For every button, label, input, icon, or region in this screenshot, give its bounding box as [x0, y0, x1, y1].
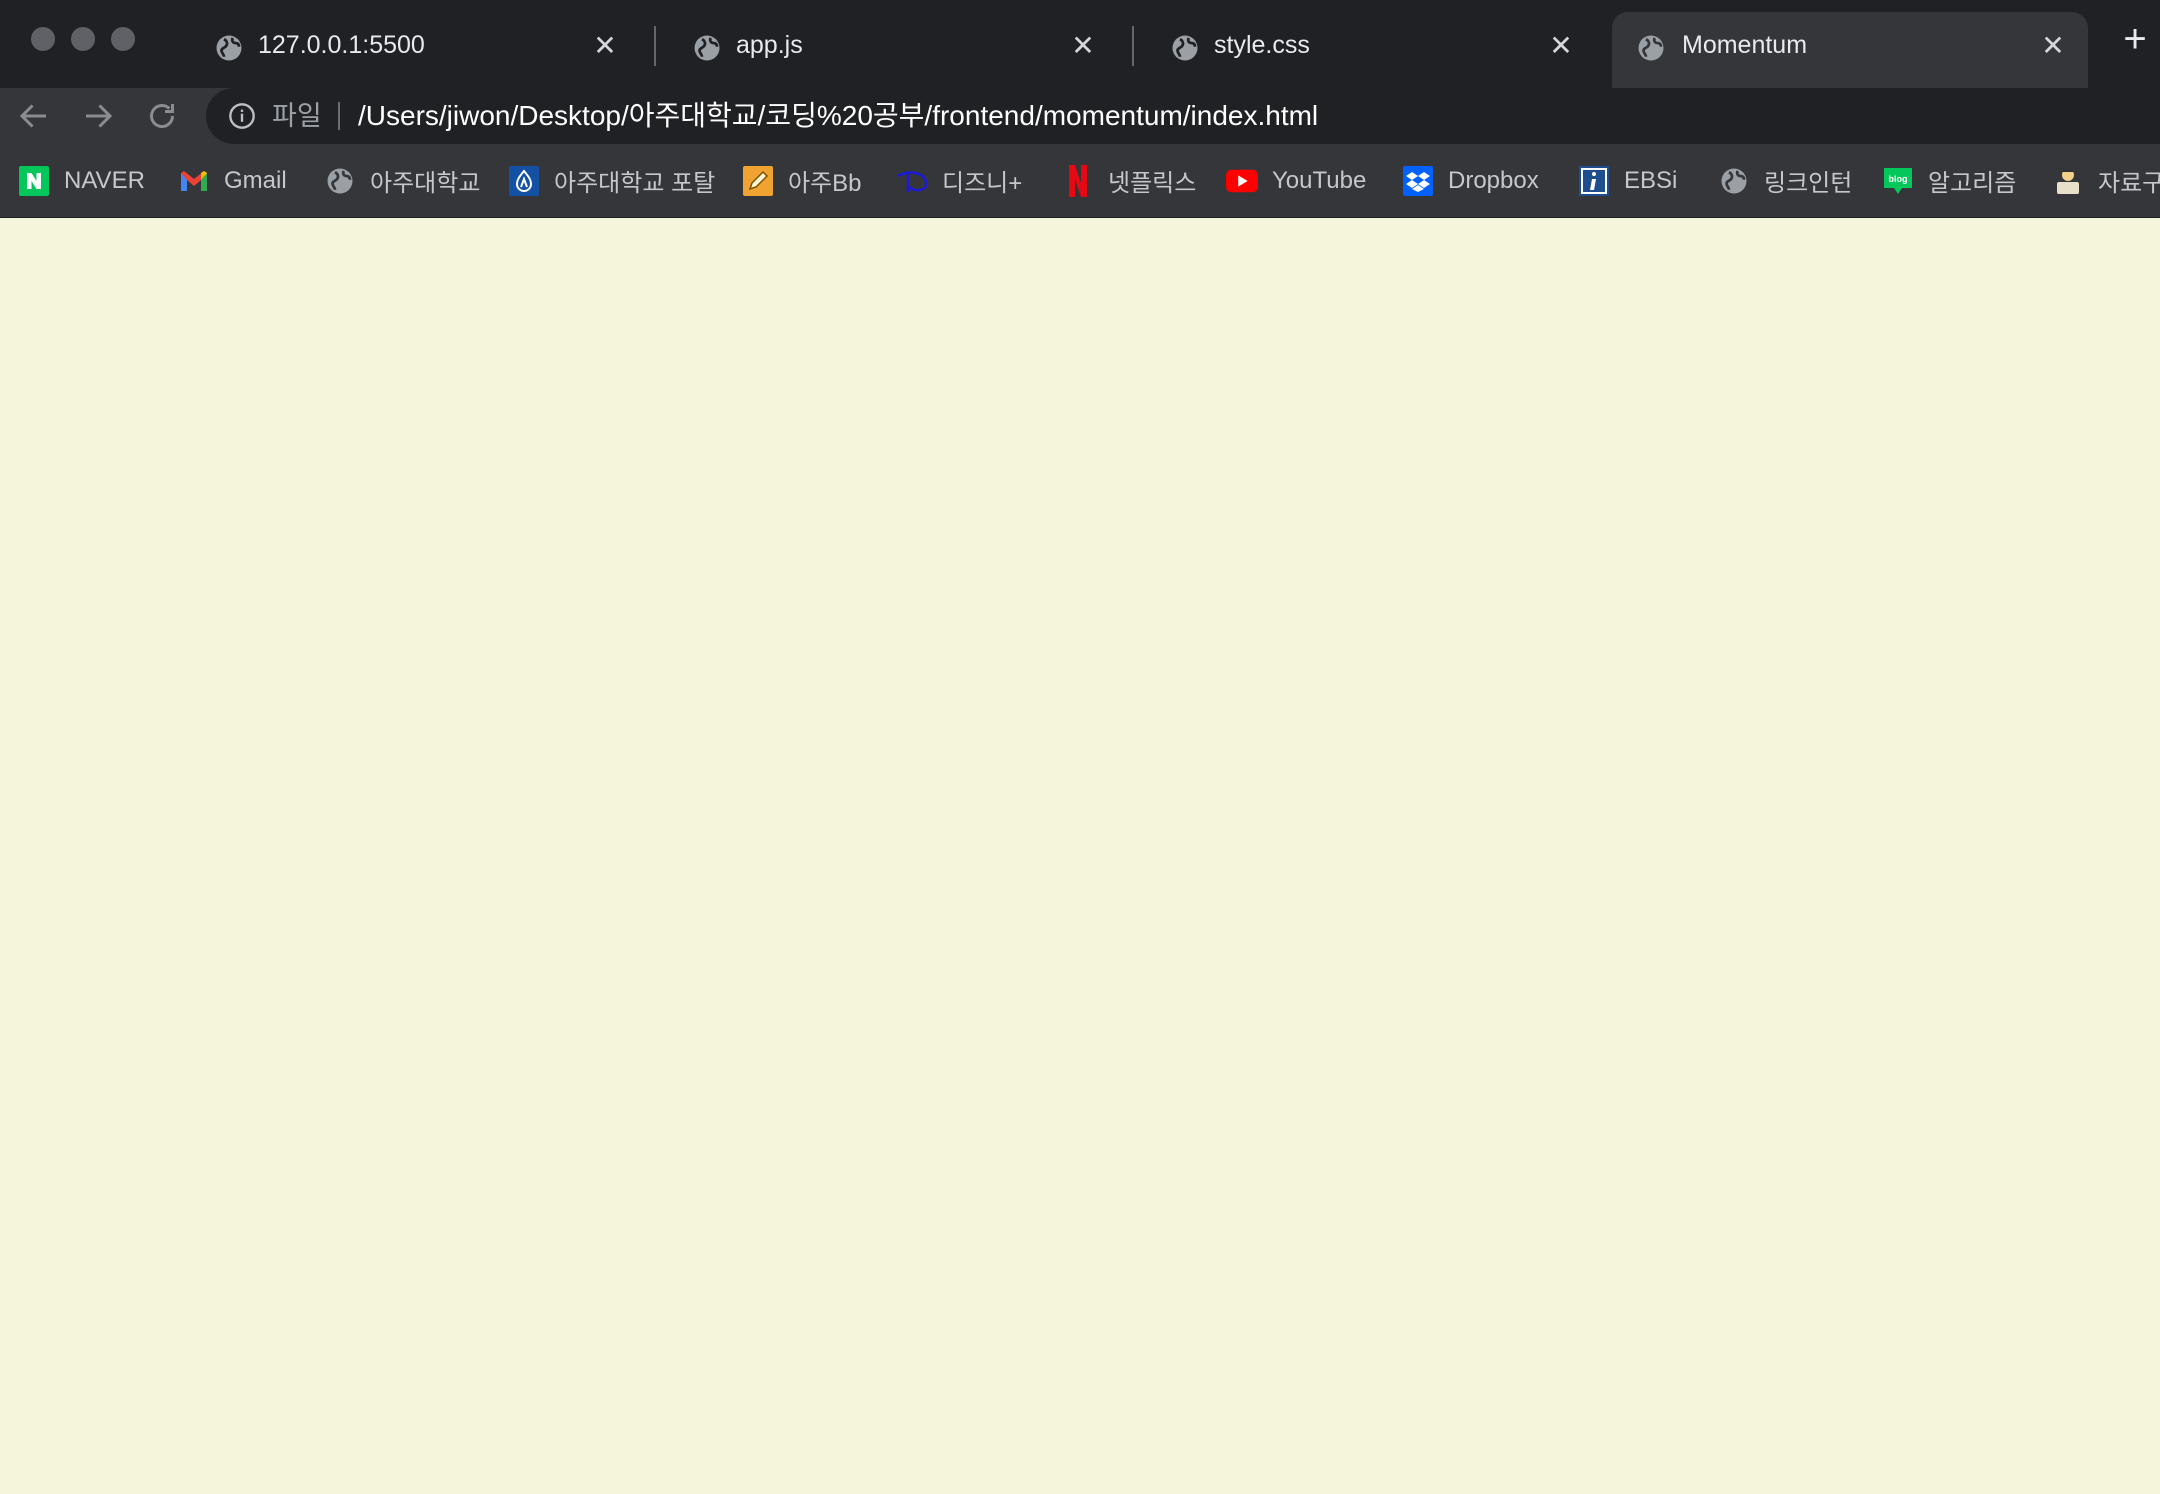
dropbox-icon: [1402, 165, 1434, 197]
bookmark-ebsi[interactable]: EBSi: [1578, 144, 1677, 217]
bookmark-ajou-bb[interactable]: 아주Bb: [742, 144, 862, 217]
bookmark-label: EBSi: [1624, 166, 1678, 194]
bookmark-label: 링크인턴: [1764, 170, 1853, 197]
address-bar[interactable]: 파일 /Users/jiwon/Desktop/아주대학교/코딩%20공부/fr…: [206, 88, 2160, 144]
bookmark-ajou-university[interactable]: 아주대학교: [324, 144, 480, 217]
globe-icon: [1718, 165, 1750, 197]
tab-momentum[interactable]: Momentum ✕: [1612, 12, 2088, 88]
pencil-icon: [742, 165, 774, 197]
browser-chrome: 127.0.0.1:5500 ✕ app.js ✕ style.css ✕ Mo…: [0, 0, 2160, 218]
netflix-icon: [1062, 164, 1094, 197]
tab-style-css[interactable]: style.css ✕: [1136, 12, 1596, 88]
folder-person-icon: [2052, 165, 2084, 197]
globe-icon: [694, 35, 720, 61]
tab-close-icon[interactable]: ✕: [1068, 31, 1098, 61]
youtube-icon: [1226, 165, 1258, 197]
info-icon[interactable]: [228, 102, 256, 130]
tab-title: app.js: [736, 31, 803, 59]
tab-title: 127.0.0.1:5500: [258, 31, 425, 59]
tab-divider: [654, 26, 656, 66]
ajou-portal-icon: [508, 165, 540, 197]
bookmark-data-structure[interactable]: 자료구: [2052, 144, 2160, 217]
bookmark-algorithm[interactable]: blog 알고리즘: [1882, 144, 2016, 217]
bookmark-ajou-portal[interactable]: 아주대학교 포탈: [508, 144, 715, 217]
back-arrow-icon[interactable]: [16, 98, 52, 134]
address-divider: [338, 102, 340, 130]
globe-icon: [1638, 35, 1664, 61]
window-zoom-button[interactable]: [111, 27, 135, 51]
bookmark-youtube[interactable]: YouTube: [1226, 144, 1366, 217]
page-content: [0, 218, 2160, 1494]
reload-icon[interactable]: [144, 98, 180, 134]
svg-text:blog: blog: [1889, 174, 1908, 184]
tab-app-js[interactable]: app.js ✕: [658, 12, 1118, 88]
bookmark-label: Gmail: [224, 166, 287, 194]
bookmark-naver[interactable]: NAVER: [18, 144, 145, 217]
bookmark-label: 아주Bb: [788, 170, 862, 197]
new-tab-button[interactable]: +: [2118, 19, 2152, 59]
tab-strip: 127.0.0.1:5500 ✕ app.js ✕ style.css ✕ Mo…: [0, 0, 2160, 88]
url-scheme-label: 파일: [272, 101, 322, 131]
bookmark-label: 알고리즘: [1928, 170, 2017, 197]
tab-title: Momentum: [1682, 31, 1808, 59]
globe-icon: [1172, 35, 1198, 61]
tab-close-icon[interactable]: ✕: [1546, 31, 1576, 61]
tab-localhost[interactable]: 127.0.0.1:5500 ✕: [180, 12, 640, 88]
bookmark-label: 넷플릭스: [1108, 170, 1197, 197]
tab-close-icon[interactable]: ✕: [590, 31, 620, 61]
naver-icon: [18, 165, 50, 197]
bookmark-link-intern[interactable]: 링크인턴: [1718, 144, 1852, 217]
bookmark-dropbox[interactable]: Dropbox: [1402, 144, 1539, 217]
window-minimize-button[interactable]: [71, 27, 95, 51]
url-text[interactable]: /Users/jiwon/Desktop/아주대학교/코딩%20공부/front…: [358, 88, 1318, 144]
forward-arrow-icon[interactable]: [80, 98, 116, 134]
bookmark-netflix[interactable]: 넷플릭스: [1062, 144, 1196, 217]
gmail-icon: [178, 165, 210, 197]
bookmark-label: Dropbox: [1448, 166, 1539, 194]
bookmark-label: 아주대학교: [370, 170, 481, 197]
globe-icon: [216, 35, 242, 61]
tab-close-icon[interactable]: ✕: [2038, 31, 2068, 61]
blog-icon: blog: [1882, 165, 1914, 197]
bookmark-label: 자료구: [2098, 170, 2160, 197]
bookmark-label: YouTube: [1272, 166, 1367, 194]
ebsi-icon: [1578, 165, 1610, 197]
bookmark-disney-plus[interactable]: 디즈니+: [896, 144, 1022, 217]
bookmark-label: 아주대학교 포탈: [554, 170, 716, 197]
bookmark-label: NAVER: [64, 166, 145, 194]
bookmarks-bar: NAVER Gmail 아주대학교 아주대학교 포탈 아주Bb 디즈니+ 넷플릭…: [0, 144, 2160, 218]
globe-icon: [324, 165, 356, 197]
tab-divider: [1132, 26, 1134, 66]
bookmark-gmail[interactable]: Gmail: [178, 144, 287, 217]
window-close-button[interactable]: [31, 27, 55, 51]
disney-icon: [896, 165, 928, 197]
toolbar: 파일 /Users/jiwon/Desktop/아주대학교/코딩%20공부/fr…: [0, 88, 2160, 144]
tab-title: style.css: [1214, 31, 1310, 59]
bookmark-label: 디즈니+: [942, 170, 1023, 197]
